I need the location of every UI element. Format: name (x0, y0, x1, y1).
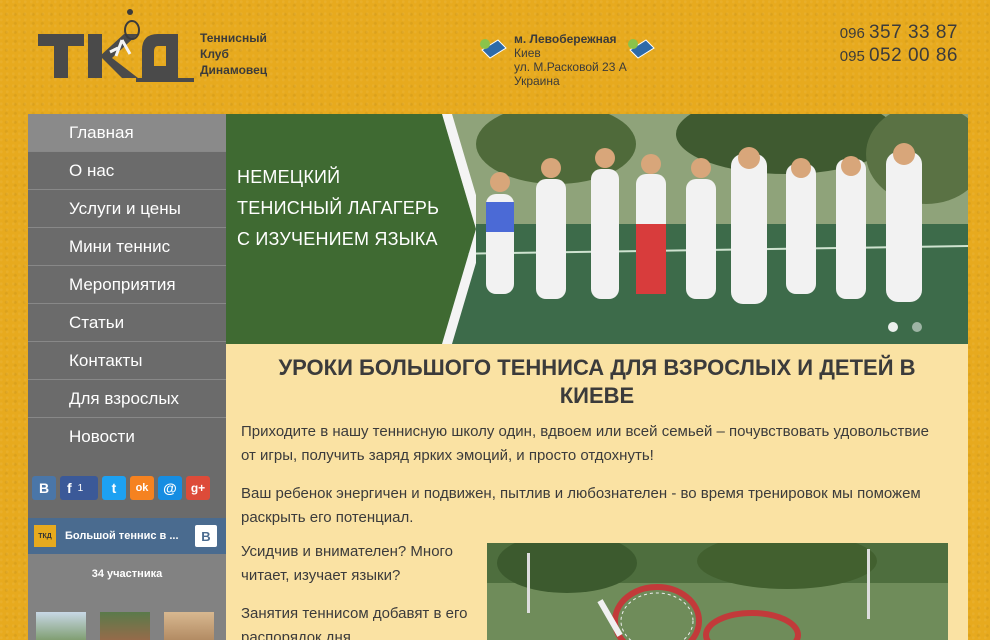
menu-item-home[interactable]: Главная (28, 114, 226, 152)
vk-group-thumb: ТКД (34, 525, 56, 547)
banner-line-3: С ИЗУЧЕНИЕМ ЯЗЫКА (237, 229, 438, 249)
avatar[interactable] (36, 612, 86, 640)
page-title: УРОКИ БОЛЬШОГО ТЕННИСА ДЛЯ ВЗРОСЛЫХ И ДЕ… (278, 355, 916, 408)
avatar[interactable] (100, 612, 150, 640)
mail-icon[interactable]: @ (158, 476, 182, 500)
phone-numbers: 096 357 33 87 095 052 00 86 (840, 22, 958, 68)
slider-dots (888, 322, 922, 332)
facebook-glyph: f (67, 480, 72, 496)
tkd-logo[interactable] (38, 6, 198, 82)
main-menu: Главная О нас Услуги и цены Мини теннис … (28, 114, 226, 456)
avatar[interactable] (164, 612, 214, 640)
twitter-icon[interactable]: t (102, 476, 126, 500)
menu-item-mini-tennis[interactable]: Мини теннис (28, 228, 226, 266)
logo-line-1: Теннисный (200, 31, 267, 45)
intro-paragraph: Приходите в нашу теннисную школу один, в… (241, 423, 930, 464)
phone-2-number: 052 00 86 (868, 45, 958, 66)
address: м. Левобережная Киев ул. М.Расковой 23 А… (514, 32, 627, 88)
tennis-court-icon (628, 39, 655, 59)
main-content: УРОКИ БОЛЬШОГО ТЕННИСА ДЛЯ ВЗРОСЛЫХ И ДЕ… (226, 344, 968, 640)
vk-logo-icon[interactable]: B (195, 525, 217, 547)
child-paragraph: Ваш ребенок энергичен и подвижен, пытлив… (241, 485, 921, 526)
phone-2[interactable]: 095 052 00 86 (840, 45, 958, 68)
phone-2-code: 095 (839, 48, 865, 65)
banner-line-1: НЕМЕЦКИЙ (237, 167, 341, 187)
slider-dot[interactable] (888, 322, 898, 332)
vk-members-count: 34 участника (91, 568, 163, 580)
logo-line-3: Динамовец (200, 63, 268, 77)
menu-item-contacts[interactable]: Контакты (28, 342, 226, 380)
menu-item-adults[interactable]: Для взрослых (28, 380, 226, 418)
phone-1-code: 096 (839, 25, 865, 42)
odnoklassniki-icon[interactable]: ok (130, 476, 154, 500)
schedule-paragraph: Занятия теннисом добавят в его распорядо… (241, 605, 468, 640)
text-column: Усидчив и внимателен? Много читает, изуч… (226, 540, 486, 640)
vk-icon[interactable]: B (32, 476, 56, 500)
vk-widget-header[interactable]: ТКД Большой теннис в ... B (28, 518, 226, 554)
menu-item-articles[interactable]: Статьи (28, 304, 226, 342)
attentive-paragraph: Усидчив и внимателен? Много читает, изуч… (241, 543, 454, 584)
phone-1[interactable]: 096 357 33 87 (840, 22, 958, 45)
phone-1-number: 357 33 87 (868, 22, 958, 43)
slider-dot[interactable] (912, 322, 922, 332)
promo-banner[interactable]: НЕМЕЦКИЙ ТЕНИСНЫЙ ЛАГАГЕРЬ С ИЗУЧЕНИЕМ Я… (226, 114, 968, 344)
address-country: Украина (514, 74, 560, 88)
address-city: Киев (514, 46, 541, 60)
menu-item-events[interactable]: Мероприятия (28, 266, 226, 304)
logo-line-2: Клуб (200, 47, 229, 61)
sidebar: Главная О нас Услуги и цены Мини теннис … (28, 114, 226, 640)
vk-group-widget: ТКД Большой теннис в ... B 34 участника (28, 518, 226, 640)
banner-headline: НЕМЕЦКИЙ ТЕНИСНЫЙ ЛАГАГЕРЬ С ИЗУЧЕНИЕМ Я… (237, 162, 439, 255)
address-street: ул. М.Расковой 23 А (514, 60, 627, 74)
menu-item-news[interactable]: Новости (28, 418, 226, 456)
facebook-icon[interactable]: f1 (60, 476, 98, 500)
social-share-bar: B f1 t ok @ g+ (32, 476, 210, 500)
tennis-rackets-photo (487, 543, 948, 640)
facebook-count: 1 (77, 482, 84, 494)
menu-item-about[interactable]: О нас (28, 152, 226, 190)
google-plus-icon[interactable]: g+ (186, 476, 210, 500)
menu-item-services[interactable]: Услуги и цены (28, 190, 226, 228)
tennis-court-icon (480, 39, 507, 59)
address-metro: м. Левобережная (514, 32, 617, 46)
logo-text: Теннисный Клуб Динамовец (200, 30, 267, 78)
header: Теннисный Клуб Динамовец м. Левобережная… (0, 0, 990, 114)
vk-member-avatars (36, 612, 214, 640)
banner-line-2: ТЕНИСНЫЙ ЛАГАГЕРЬ (237, 198, 440, 218)
vk-group-title[interactable]: Большой теннис в ... (65, 530, 189, 542)
